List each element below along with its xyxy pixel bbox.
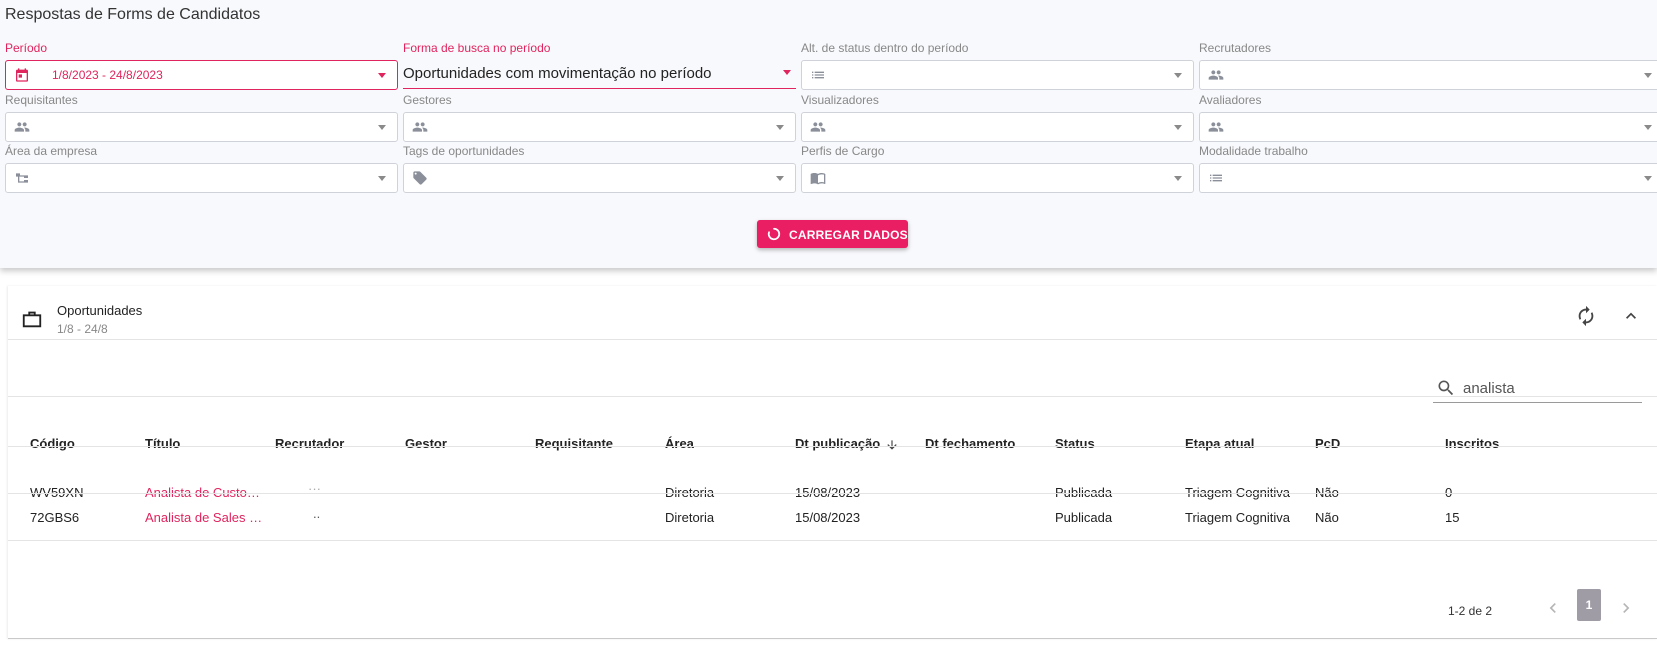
header-inscritos[interactable]: Inscritos [1445, 436, 1499, 451]
area-empresa-label: Área da empresa [5, 144, 98, 158]
chevron-down-icon [378, 73, 386, 78]
cell-titulo-link[interactable]: Analista de Sales … [145, 510, 262, 525]
tree-icon [16, 173, 28, 183]
filters-panel: Respostas de Forms de Candidatos Período… [0, 0, 1657, 268]
visualizadores-label: Visualizadores [801, 93, 879, 107]
forma-busca-select[interactable]: Oportunidades com movimentação no períod… [403, 60, 796, 89]
book-icon [810, 173, 826, 185]
alt-status-select[interactable] [801, 60, 1194, 90]
chevron-down-icon [1644, 73, 1652, 78]
people-icon [412, 122, 428, 132]
alt-status-label: Alt. de status dentro do período [801, 41, 969, 55]
people-icon [14, 122, 30, 132]
chevron-down-icon [1644, 125, 1652, 130]
header-titulo[interactable]: Título [145, 436, 180, 451]
refresh-icon[interactable] [1575, 305, 1597, 327]
header-pcd[interactable]: PcD [1315, 436, 1340, 451]
header-area[interactable]: Área [665, 436, 694, 451]
divider [8, 446, 1657, 447]
cell-etapa-atual: Triagem Cognitiva [1185, 510, 1291, 525]
cell-dt-publicacao: 15/08/2023 [795, 510, 861, 525]
header-codigo[interactable]: Código [30, 436, 75, 451]
chevron-down-icon [1174, 176, 1182, 181]
forma-busca-label: Forma de busca no período [403, 41, 551, 55]
periodo-label: Período [5, 41, 48, 55]
cell-pcd: Não [1315, 510, 1339, 525]
header-status[interactable]: Status [1055, 436, 1095, 451]
chevron-down-icon [1644, 176, 1652, 181]
chevron-left-icon[interactable] [1543, 598, 1563, 618]
periodo-select[interactable]: 1/8/2023 - 24/8/2023 [5, 60, 398, 90]
oportunidades-card: Oportunidades 1/8 - 24/8 Código Título R… [8, 286, 1657, 639]
header-dt-publicacao-label: Dt publicação [795, 436, 881, 451]
people-icon [1208, 122, 1224, 132]
avaliadores-label: Avaliadores [1199, 93, 1262, 107]
area-empresa-select[interactable] [5, 163, 398, 193]
load-data-button[interactable]: CARREGAR DADOS [757, 220, 908, 248]
people-icon [810, 122, 826, 132]
list-icon [812, 71, 824, 79]
header-notch [298, 456, 368, 462]
tags-oportunidades-select[interactable] [403, 163, 796, 193]
cell-inscritos: 15 [1445, 510, 1460, 525]
cell-codigo: 72GBS6 [30, 510, 80, 525]
cell-status: Publicada [1055, 510, 1113, 525]
divider [8, 540, 1657, 541]
cell-area: Diretoria [665, 510, 715, 525]
chevron-down-icon [783, 70, 791, 75]
chevron-down-icon [776, 176, 784, 181]
page-button[interactable]: 1 [1577, 589, 1601, 621]
people-icon [1208, 70, 1224, 80]
cell-recrutador: .. [313, 506, 321, 521]
load-data-label: CARREGAR DADOS [789, 228, 908, 242]
chevron-down-icon [776, 125, 784, 130]
recrutadores-label: Recrutadores [1199, 41, 1272, 55]
chevron-down-icon [1174, 125, 1182, 130]
visualizadores-select[interactable] [801, 112, 1194, 142]
loading-icon [767, 227, 781, 241]
page-title: Respostas de Forms de Candidatos [5, 6, 261, 23]
gestores-select[interactable] [403, 112, 796, 142]
perfis-cargo-select[interactable] [801, 163, 1194, 193]
gestores-label: Gestores [403, 93, 452, 107]
arrow-down-icon [887, 439, 897, 450]
divider [8, 339, 1657, 340]
header-dt-fechamento[interactable]: Dt fechamento [925, 436, 1015, 451]
header-gestor[interactable]: Gestor [405, 436, 447, 451]
search-icon [1438, 380, 1454, 396]
card-title: Oportunidades [57, 303, 143, 318]
header-etapa-atual[interactable]: Etapa atual [1185, 436, 1254, 451]
divider [8, 493, 1657, 494]
header-recrutador[interactable]: Recrutador [275, 436, 344, 451]
chevron-down-icon [378, 125, 386, 130]
header-requisitante[interactable]: Requisitante [535, 436, 613, 451]
chevron-down-icon [1174, 73, 1182, 78]
periodo-value: 1/8/2023 - 24/8/2023 [52, 68, 163, 82]
header-dt-publicacao[interactable]: Dt publicação [795, 436, 899, 452]
requisitantes-label: Requisitantes [5, 93, 78, 107]
chevron-right-icon[interactable] [1616, 598, 1636, 618]
divider [8, 396, 1657, 397]
tag-icon [413, 171, 427, 185]
forma-busca-value: Oportunidades com movimentação no períod… [403, 65, 712, 82]
avaliadores-select[interactable] [1199, 112, 1657, 142]
requisitantes-select[interactable] [5, 112, 398, 142]
perfis-cargo-label: Perfis de Cargo [801, 144, 885, 158]
calendar-icon [16, 68, 28, 82]
search-field [1433, 374, 1642, 403]
list-icon [1210, 174, 1222, 182]
tags-oportunidades-label: Tags de oportunidades [403, 144, 525, 158]
modalidade-trabalho-label: Modalidade trabalho [1199, 144, 1308, 158]
briefcase-icon [22, 311, 42, 328]
card-subtitle: 1/8 - 24/8 [57, 322, 108, 336]
modalidade-trabalho-select[interactable] [1199, 163, 1657, 193]
recrutadores-select[interactable] [1199, 60, 1657, 90]
pagination-range: 1-2 de 2 [1448, 604, 1493, 618]
chevron-up-icon[interactable] [1621, 306, 1641, 326]
chevron-down-icon [378, 176, 386, 181]
